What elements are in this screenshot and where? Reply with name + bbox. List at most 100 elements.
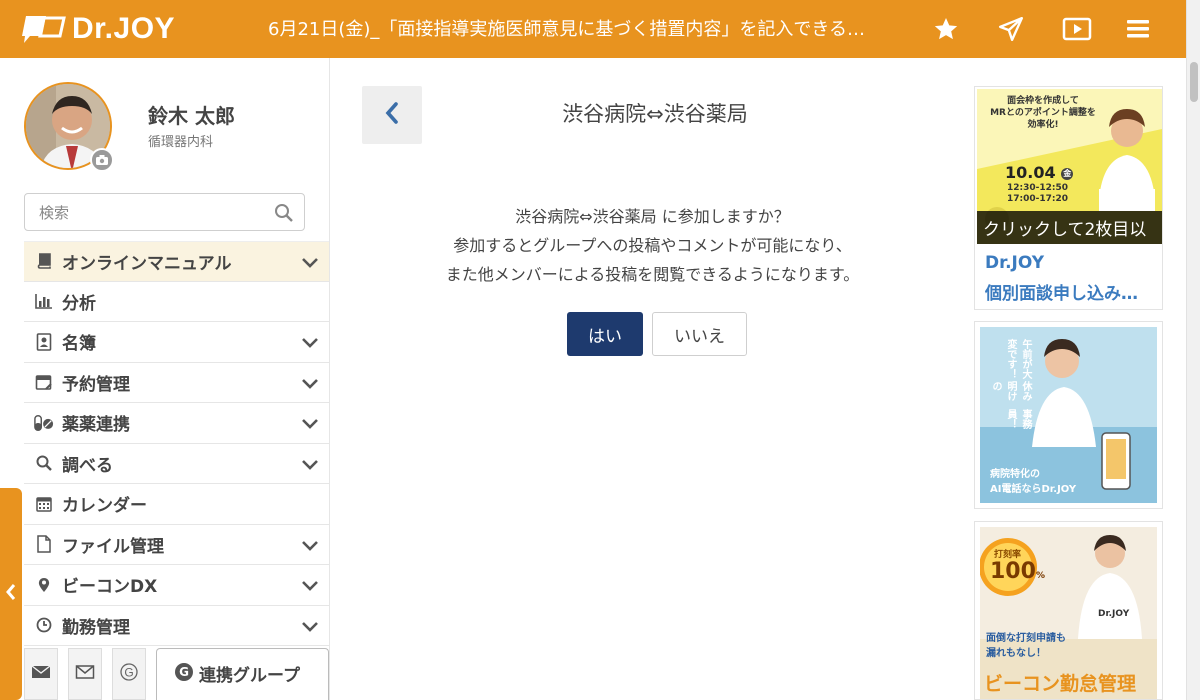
calendar-edit-icon [34,372,54,392]
star-icon[interactable] [930,13,962,45]
camera-icon[interactable] [90,148,114,172]
ad-text: MRとのアポイント調整を [990,108,1096,118]
envelope-filled-icon [31,664,51,684]
search-icon[interactable] [274,203,294,227]
pills-icon [34,413,54,433]
ad-headline: ビーコン勤怠管理 [984,673,1137,695]
chevron-down-icon[interactable] [301,537,319,557]
chevron-left-icon [384,101,400,129]
sidebar-item-analysis[interactable]: 分析 [24,282,329,322]
sidebar-collapse-toggle[interactable] [0,488,22,700]
sidebar-bottom-tabs: G G 連携グループ [24,648,329,700]
sidebar-item-label: カレンダー [62,496,147,517]
sidebar-item-directory[interactable]: 名簿 [24,322,329,363]
sidebar-item-label: ファイル管理 [62,536,164,557]
video-play-icon[interactable] [1061,13,1093,45]
envelope-outline-icon [75,664,95,684]
speech-bubble-logo-icon [20,14,68,44]
map-marker-icon [34,575,54,595]
confirm-line: 参加するとグループへの投稿やコメントが可能になり、 [453,236,852,255]
tab-messages[interactable] [24,648,58,700]
hamburger-menu-icon[interactable] [1122,13,1154,45]
sidebar-item-reservations[interactable]: 予約管理 [24,363,329,403]
page-title: 渋谷病院⇔渋谷薬局 [562,102,748,126]
ad-text: 事務員！ [1005,408,1031,429]
paper-plane-icon[interactable] [995,13,1027,45]
chevron-down-icon[interactable] [301,254,319,274]
sidebar-item-attendance[interactable]: 勤務管理 [24,606,329,646]
ad-caption-title[interactable]: Dr.JOY [985,253,1044,273]
sidebar-item-label: 分析 [62,293,96,314]
logo-text: Dr.JOY [72,12,176,45]
bar-chart-icon [34,291,54,311]
clock-icon [34,615,54,635]
sidebar-item-label: 予約管理 [62,374,130,395]
ad-banner-beacon-attendance[interactable]: 打刻率 100% Dr.JOY 面倒な打刻申請も 漏れもなし！ ビーコン勤怠管理 [974,521,1163,700]
sidebar-menu: オンラインマニュアル 分析 名簿 予約管理 薬薬連携 調べる カレンダー ファイ… [24,241,329,646]
ad-image[interactable]: 打刻率 100% Dr.JOY 面倒な打刻申請も 漏れもなし！ ビーコン勤怠管理 [980,527,1157,699]
chevron-down-icon[interactable] [301,456,319,476]
sidebar-item-beacon-dx[interactable]: ビーコンDX [24,565,329,606]
ad-banner-ai-phone[interactable]: 事務員！ 休み明けの 午前が大変です！ 病院特化の AI電話ならDr.JOY [974,321,1163,509]
sidebar-item-label: 勤務管理 [62,617,130,638]
ad-text: 面会枠を作成して [1007,96,1079,106]
ad-caption-link[interactable]: 個別面談申し込み… [985,279,1157,304]
yes-button[interactable]: はい [567,312,643,356]
search-input[interactable]: 検索 [24,193,305,231]
ad-date: 10.04 [1005,163,1056,182]
chevron-down-icon[interactable] [301,334,319,354]
scrollbar-thumb[interactable] [1190,62,1198,102]
confirm-line: 渋谷病院⇔渋谷薬局 に参加しますか？ [515,207,790,226]
ad-text: 漏れもなし！ [986,648,1046,659]
ad-badge-value: 100 [990,559,1036,584]
sidebar-item-calendar[interactable]: カレンダー [24,484,329,525]
top-header: Dr.JOY 6月21日(金)_「面接指導実施医師意見に基づく措置内容」を記入で… [0,0,1186,58]
ad-text: AI電話ならDr.JOY [990,484,1077,495]
chevron-down-icon[interactable] [301,577,319,597]
ad-text: 休み明けの [990,381,1031,402]
ad-image[interactable]: 事務員！ 休み明けの 午前が大変です！ 病院特化の AI電話ならDr.JOY [980,327,1157,503]
user-name: 鈴木 太郎 [148,104,235,128]
book-icon [34,251,54,271]
g-circle-icon: G [175,663,193,681]
sidebar-item-online-manual[interactable]: オンラインマニュアル [24,241,329,282]
ad-time: 17:00-17:20 [1007,194,1069,204]
search-placeholder: 検索 [39,203,70,222]
no-button[interactable]: いいえ [652,312,747,356]
sidebar-item-label: 調べる [62,455,113,476]
ad-text: 病院特化の [990,469,1040,480]
tab-linked-groups[interactable]: G 連携グループ [156,648,329,700]
sidebar-item-label: ビーコンDX [62,577,158,598]
ad-text: 効率化! [1027,120,1059,130]
ad-banner-mr-appointment[interactable]: 面会枠を作成して MRとのアポイント調整を 効率化! 10.04 金 12:30… [974,86,1163,310]
ad-time: 12:30-12:50 [1007,183,1069,193]
dr-joy-logo[interactable]: Dr.JOY [20,12,175,46]
user-department: 循環器内科 [148,135,214,150]
sidebar-item-label: 薬薬連携 [62,415,130,436]
page-scrollbar[interactable] [1186,0,1200,700]
back-button[interactable] [362,86,422,144]
tab-groups-outline[interactable]: G [112,648,146,700]
confirm-line: また他メンバーによる投稿を閲覧できるようになります。 [445,265,860,284]
chevron-down-icon[interactable] [301,415,319,435]
sidebar-item-lookup[interactable]: 調べる [24,444,329,484]
calendar-icon [34,494,54,514]
chevron-down-icon[interactable] [301,618,319,638]
chevron-down-icon[interactable] [301,375,319,395]
sidebar-item-label: オンラインマニュアル [62,253,232,274]
ad-image[interactable]: 面会枠を作成して MRとのアポイント調整を 効率化! 10.04 金 12:30… [977,89,1162,244]
ad-badge-unit: % [1035,571,1045,581]
sidebar-item-file-management[interactable]: ファイル管理 [24,525,329,565]
ad-text: 午前が大変です！ [1005,339,1031,379]
file-icon [34,534,54,554]
tab-linked-groups-label: 連携グループ [199,666,300,686]
ad-overlay-caption[interactable]: クリックして2枚目以 [977,211,1162,244]
svg-text:G: G [124,666,133,680]
ad-text: 面倒な打刻申請も [986,633,1066,644]
tab-mail[interactable] [68,648,102,700]
chevron-left-icon [5,583,17,605]
news-ticker[interactable]: 6月21日(金)_「面接指導実施医師意見に基づく措置内容」を記入できる… [268,15,890,41]
g-circle-outline-icon: G [119,662,139,686]
sidebar-item-pharmacy-link[interactable]: 薬薬連携 [24,403,329,444]
ad-weekday: 金 [1061,167,1074,180]
